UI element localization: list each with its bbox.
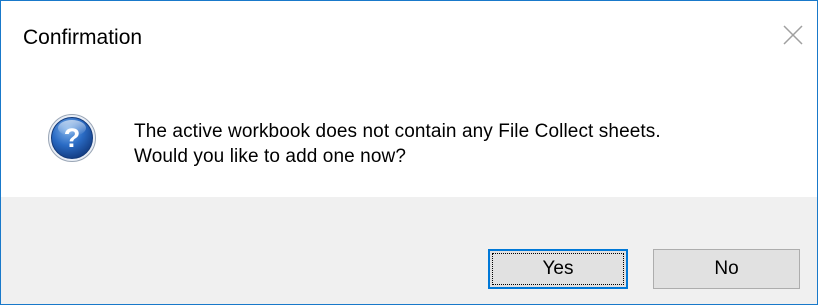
question-icon: ? bbox=[48, 114, 96, 162]
dialog-content: ? The active workbook does not contain a… bbox=[1, 79, 817, 197]
title-bar[interactable]: Confirmation bbox=[1, 1, 817, 79]
message-line-2: Would you like to add one now? bbox=[134, 146, 406, 167]
dialog-title: Confirmation bbox=[23, 26, 143, 49]
yes-button[interactable]: Yes bbox=[488, 249, 628, 289]
svg-text:?: ? bbox=[64, 123, 81, 153]
no-button[interactable]: No bbox=[653, 249, 800, 289]
message-text: The active workbook does not contain any… bbox=[134, 119, 661, 169]
close-button[interactable] bbox=[771, 13, 815, 57]
confirmation-dialog: Confirmation ? The active workbook does … bbox=[0, 0, 818, 305]
close-icon bbox=[783, 25, 803, 45]
button-bar: Yes No bbox=[1, 197, 817, 304]
message-line-1: The active workbook does not contain any… bbox=[134, 121, 661, 142]
